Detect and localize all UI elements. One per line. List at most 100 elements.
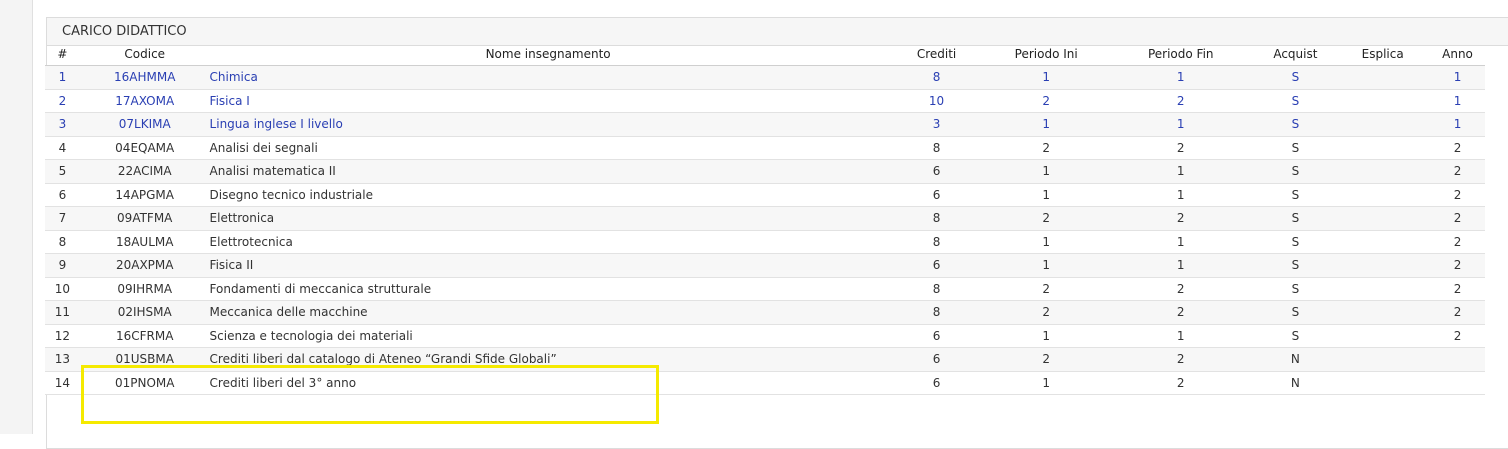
crediti-value[interactable]: 10	[886, 89, 987, 113]
table-row[interactable]: 2 17AXOMA Fisica I 10 2 2 S 1	[45, 89, 1485, 113]
course-name: Scienza e tecnologia dei materiali	[209, 324, 887, 348]
crediti-value: 8	[886, 136, 987, 160]
course-code: 01PNOMA	[79, 371, 210, 395]
crediti-value: 6	[886, 324, 987, 348]
table-row: 10 09IHRMA Fondamenti di meccanica struttu…	[45, 277, 1485, 301]
course-code: 14APGMA	[79, 183, 210, 207]
crediti-value[interactable]: 3	[886, 112, 987, 137]
crediti-value: 6	[886, 183, 987, 207]
column-header-codice: Codice	[79, 43, 210, 66]
table-row: 14 01PNOMA Crediti liberi del 3° anno 6 1 2 N	[45, 371, 1485, 395]
crediti-value: 8	[886, 277, 987, 301]
periodo-fin-value: 1	[1106, 324, 1256, 348]
anno-value: 2	[1430, 159, 1485, 184]
esplica-value	[1335, 206, 1431, 231]
acquist-value[interactable]: S	[1255, 65, 1336, 90]
course-code: 01USBMA	[79, 347, 210, 372]
esplica-value[interactable]	[1335, 89, 1431, 113]
periodo-ini-value[interactable]: 1	[986, 65, 1106, 90]
column-header-periodo-fin: Periodo Fin	[1106, 43, 1256, 66]
acquist-value: S	[1255, 253, 1336, 278]
table-row[interactable]: 1 16AHMMA Chimica 8 1 1 S 1	[45, 65, 1485, 90]
anno-value: 2	[1430, 136, 1485, 160]
esplica-value	[1335, 159, 1431, 184]
esplica-value	[1335, 183, 1431, 207]
course-code[interactable]: 07LKIMA	[79, 112, 210, 137]
periodo-ini-value[interactable]: 1	[986, 112, 1106, 137]
table-body: 1 16AHMMA Chimica 8 1 1 S 1 2 17AXOMA Fisica I 10 2 2…	[45, 65, 1485, 395]
course-name[interactable]: Fisica I	[209, 89, 887, 113]
course-code: 02IHSMA	[79, 300, 210, 325]
row-number[interactable]: 3	[45, 112, 80, 137]
row-number: 4	[45, 136, 80, 160]
esplica-value[interactable]	[1335, 65, 1431, 90]
row-number: 11	[45, 300, 80, 325]
acquist-value: N	[1255, 371, 1336, 395]
anno-value[interactable]: 1	[1430, 89, 1485, 113]
row-number[interactable]: 1	[45, 65, 80, 90]
periodo-ini-value: 1	[986, 371, 1106, 395]
crediti-value: 6	[886, 347, 987, 372]
anno-value: 2	[1430, 206, 1485, 231]
periodo-fin-value: 1	[1106, 183, 1256, 207]
anno-value: 2	[1430, 277, 1485, 301]
periodo-fin-value[interactable]: 1	[1106, 65, 1256, 90]
course-name: Meccanica delle macchine	[209, 300, 887, 325]
column-header-esplica: Esplica	[1335, 43, 1431, 66]
acquist-value: S	[1255, 159, 1336, 184]
acquist-value: S	[1255, 230, 1336, 254]
periodo-ini-value: 2	[986, 347, 1106, 372]
course-name: Crediti liberi dal catalogo di Ateneo “G…	[209, 347, 887, 372]
anno-value: 2	[1430, 324, 1485, 348]
panel-title: CARICO DIDATTICO	[47, 18, 1508, 46]
anno-value[interactable]: 1	[1430, 112, 1485, 137]
anno-value[interactable]: 1	[1430, 65, 1485, 90]
periodo-ini-value: 1	[986, 183, 1106, 207]
table-row[interactable]: 3 07LKIMA Lingua inglese I livello 3 1 1 S 1	[45, 112, 1485, 137]
acquist-value[interactable]: S	[1255, 112, 1336, 137]
course-code[interactable]: 17AXOMA	[79, 89, 210, 113]
periodo-fin-value: 2	[1106, 300, 1256, 325]
column-header-periodo-ini: Periodo Ini	[986, 43, 1106, 66]
row-number: 5	[45, 159, 80, 184]
periodo-fin-value[interactable]: 1	[1106, 112, 1256, 137]
table-row: 12 16CFRMA Scienza e tecnologia dei materi…	[45, 324, 1485, 348]
row-number: 12	[45, 324, 80, 348]
acquist-value: N	[1255, 347, 1336, 372]
acquist-value: S	[1255, 136, 1336, 160]
esplica-value	[1335, 300, 1431, 325]
acquist-value[interactable]: S	[1255, 89, 1336, 113]
periodo-ini-value: 2	[986, 300, 1106, 325]
course-name: Fondamenti di meccanica strutturale	[209, 277, 887, 301]
esplica-value	[1335, 230, 1431, 254]
crediti-value: 8	[886, 230, 987, 254]
periodo-ini-value: 1	[986, 159, 1106, 184]
table-row: 9 20AXPMA Fisica II 6 1 1 S 2	[45, 253, 1485, 278]
row-number: 7	[45, 206, 80, 231]
periodo-ini-value: 1	[986, 230, 1106, 254]
course-code: 04EQAMA	[79, 136, 210, 160]
esplica-value	[1335, 324, 1431, 348]
esplica-value	[1335, 136, 1431, 160]
periodo-fin-value: 1	[1106, 230, 1256, 254]
course-code[interactable]: 16AHMMA	[79, 65, 210, 90]
periodo-fin-value: 2	[1106, 136, 1256, 160]
anno-value	[1430, 347, 1485, 372]
course-name[interactable]: Chimica	[209, 65, 887, 90]
row-number[interactable]: 2	[45, 89, 80, 113]
column-header-anno: Anno	[1430, 43, 1485, 66]
table-header-row: # Codice Nome insegnamento Crediti Perio…	[45, 43, 1485, 66]
course-name[interactable]: Lingua inglese I livello	[209, 112, 887, 137]
acquist-value: S	[1255, 324, 1336, 348]
periodo-fin-value[interactable]: 2	[1106, 89, 1256, 113]
column-header-crediti: Crediti	[886, 43, 987, 66]
crediti-value[interactable]: 8	[886, 65, 987, 90]
table-row: 5 22ACIMA Analisi matematica II 6 1 1 S 2	[45, 159, 1485, 184]
periodo-fin-value: 2	[1106, 371, 1256, 395]
anno-value: 2	[1430, 300, 1485, 325]
periodo-ini-value[interactable]: 2	[986, 89, 1106, 113]
course-code: 22ACIMA	[79, 159, 210, 184]
table-row: 6 14APGMA Disegno tecnico industriale 6 1 1 S 2	[45, 183, 1485, 207]
acquist-value: S	[1255, 300, 1336, 325]
esplica-value[interactable]	[1335, 112, 1431, 137]
